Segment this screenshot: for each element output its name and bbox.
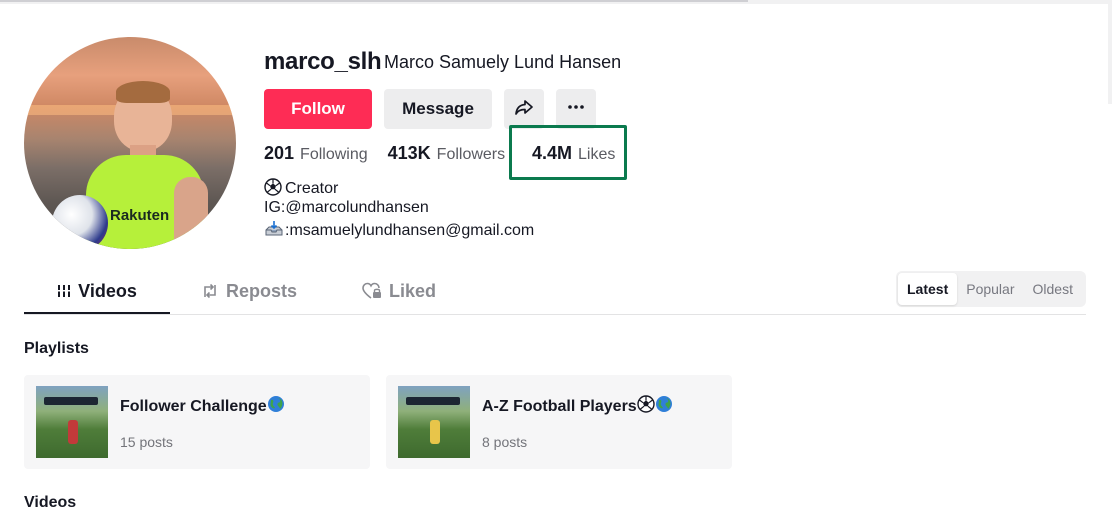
thumbnail-player (68, 420, 78, 444)
scrollbar[interactable] (1108, 4, 1112, 104)
likes-highlight-box (509, 125, 627, 180)
heart-lock-icon (362, 282, 382, 300)
playlist-title-text: A-Z Football Players (482, 397, 637, 415)
tab-videos[interactable]: Videos (24, 270, 170, 314)
share-button[interactable] (504, 89, 544, 129)
thumbnail-player (430, 420, 440, 444)
videos-heading: Videos (24, 494, 77, 511)
avatar-ball (52, 195, 108, 249)
followers-count: 413K (387, 143, 431, 163)
share-icon (514, 97, 534, 122)
playlist-title: Follower Challenge (120, 395, 285, 418)
following-count: 201 (264, 143, 295, 163)
repost-icon (201, 282, 219, 300)
bio-creator-text: Creator (285, 180, 339, 197)
avatar-hair (116, 81, 170, 103)
soccer-ball-icon (264, 178, 282, 196)
globe-icon (267, 395, 285, 418)
playlist-post-count: 15 posts (120, 434, 173, 450)
more-icon (566, 97, 586, 122)
sort-selector: Latest Popular Oldest (896, 271, 1086, 307)
top-progress-bar (0, 0, 1112, 4)
tab-reposts[interactable]: Reposts (184, 270, 314, 312)
globe-icon (655, 395, 673, 418)
soccer-ball-icon (637, 395, 655, 418)
grid-bars-icon (57, 284, 72, 298)
profile-stats: 201 Following 413K Followers (264, 143, 525, 165)
avatar-arm (174, 177, 208, 249)
sort-popular[interactable]: Popular (957, 273, 1023, 305)
follow-button[interactable]: Follow (264, 89, 372, 129)
top-progress-fill (0, 0, 748, 2)
bio-line-1: Creator (264, 178, 338, 198)
sort-oldest[interactable]: Oldest (1024, 273, 1082, 305)
playlist-card[interactable]: Follower Challenge 15 posts (24, 375, 370, 469)
profile-avatar[interactable]: Rakuten (24, 37, 236, 249)
bio-line-2: IG:@marcolundhansen (264, 199, 429, 216)
display-name: Marco Samuely Lund Hansen (384, 52, 622, 72)
more-options-button[interactable] (556, 89, 596, 129)
tab-videos-label: Videos (78, 280, 137, 301)
playlist-thumbnail (398, 386, 470, 458)
sort-latest[interactable]: Latest (898, 273, 958, 305)
thumbnail-caption-bar (44, 397, 98, 405)
message-button[interactable]: Message (384, 89, 492, 129)
thumbnail-caption-bar (406, 397, 460, 405)
followers-label: Followers (436, 146, 506, 163)
tab-liked-label: Liked (388, 280, 436, 301)
tab-reposts-label: Reposts (225, 280, 297, 301)
playlists-heading: Playlists (24, 340, 89, 357)
playlist-title: A-Z Football Players (482, 395, 673, 418)
tab-liked[interactable]: Liked (344, 270, 454, 312)
following-label: Following (300, 146, 368, 163)
inbox-tray-icon (264, 220, 283, 238)
followers-stat[interactable]: 413K Followers (388, 143, 506, 164)
username: marco_slh (264, 48, 382, 75)
playlist-card[interactable]: A-Z Football Players 8 posts (386, 375, 732, 469)
playlist-title-text: Follower Challenge (120, 397, 267, 415)
avatar-shirt-text: Rakuten (110, 207, 170, 224)
bio-line-3: :msamuelylundhansen@gmail.com (264, 220, 534, 240)
following-stat[interactable]: 201 Following (264, 143, 368, 164)
bio-email-text: :msamuelylundhansen@gmail.com (285, 222, 535, 239)
playlist-thumbnail (36, 386, 108, 458)
playlist-post-count: 8 posts (482, 434, 528, 450)
